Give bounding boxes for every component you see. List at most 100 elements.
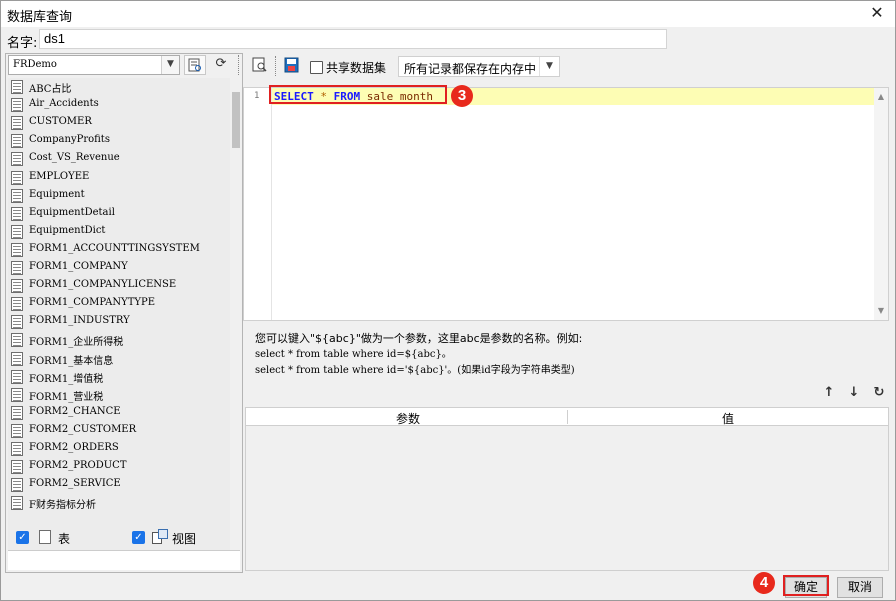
view-filter-label: 视图 xyxy=(172,532,197,546)
parameter-hint: 您可以键入"${abc}"做为一个参数，这里abc是参数的名称。例如: sele… xyxy=(255,331,582,379)
table-list-item-label: FORM1_INDUSTRY xyxy=(29,315,130,327)
table-list-item[interactable]: FORM2_SERVICE xyxy=(8,476,230,494)
table-filter-checkbox[interactable]: ✓ xyxy=(16,531,29,544)
table-list-item-label: FORM1_ACCOUNTTINGSYSTEM xyxy=(29,242,200,254)
table-list-item[interactable]: FORM1_ACCOUNTTINGSYSTEM xyxy=(8,241,230,259)
parameter-tools: ↑ ↓ ↻ xyxy=(821,385,893,401)
table-list-item[interactable]: FORM1_INDUSTRY xyxy=(8,313,230,331)
column-header-value: 值 xyxy=(722,412,735,426)
table-list[interactable]: ABC占比 Air_Accidents CUSTOMER CompanyProfits… xyxy=(8,78,230,566)
table-icon xyxy=(11,405,23,420)
chevron-down-icon[interactable]: ▼ xyxy=(539,57,559,76)
table-list-item[interactable]: CUSTOMER xyxy=(8,114,230,132)
window-title: 数据库查询 xyxy=(7,10,73,25)
table-list-item[interactable]: FORM1_基本信息 xyxy=(8,350,230,368)
table-icon xyxy=(11,116,23,131)
scroll-up-icon[interactable]: ▲ xyxy=(874,90,888,104)
table-list-footer xyxy=(8,550,240,570)
name-label: 名字: xyxy=(7,36,38,51)
table-icon xyxy=(11,188,23,203)
table-icon xyxy=(11,333,23,348)
column-divider xyxy=(567,410,568,424)
hint-line-1: 您可以键入"${abc}"做为一个参数，这里abc是参数的名称。例如: xyxy=(255,332,583,345)
table-icon xyxy=(39,530,51,544)
sql-editor[interactable]: 1 SELECT * FROM sale month ▲ ▼ xyxy=(243,87,889,321)
table-list-item[interactable]: FORM1_营业税 xyxy=(8,386,230,404)
table-list-item[interactable]: FORM1_增值税 xyxy=(8,368,230,386)
table-list-item-label: FORM1_COMPANYLICENSE xyxy=(29,279,177,291)
table-list-item[interactable]: EquipmentDict xyxy=(8,223,230,241)
table-list-item-label: FORM1_COMPANYTYPE xyxy=(29,297,156,309)
sql-highlight-frame xyxy=(269,85,447,104)
table-list-item-label: EquipmentDetail xyxy=(29,206,115,218)
table-list-item-label: EquipmentDict xyxy=(29,224,106,236)
table-list-item[interactable]: Equipment xyxy=(8,187,230,205)
name-input[interactable]: ds1 xyxy=(39,29,667,49)
scroll-down-icon[interactable]: ▼ xyxy=(874,304,888,318)
table-icon xyxy=(11,242,23,257)
toolbar-separator xyxy=(238,55,239,75)
table-browser-pane: FRDemo ▼ ⟳ ABC占比 Air_Accidents CUSTOMER Com… xyxy=(5,53,243,573)
table-icon xyxy=(11,297,23,312)
table-icon xyxy=(11,351,23,366)
table-list-item-label: FORM2_CUSTOMER xyxy=(29,423,137,435)
chevron-down-icon[interactable]: ▼ xyxy=(161,56,179,74)
share-dataset-checkbox[interactable] xyxy=(310,61,323,74)
table-list-item-label: FORM2_SERVICE xyxy=(29,478,121,490)
table-icon xyxy=(11,152,23,167)
refresh-icon[interactable]: ⟳ xyxy=(210,55,232,75)
table-preview-icon[interactable] xyxy=(184,55,206,75)
table-list-item[interactable]: FORM1_COMPANY xyxy=(8,259,230,277)
table-list-item-label: Cost_VS_Revenue xyxy=(29,152,120,164)
table-list-item[interactable]: FORM1_COMPANYTYPE xyxy=(8,295,230,313)
editor-scrollbar[interactable]: ▲ ▼ xyxy=(874,88,888,320)
table-icon xyxy=(11,98,23,113)
table-icon xyxy=(11,369,23,384)
table-list-item-label: FORM1_COMPANY xyxy=(29,261,128,272)
parameter-table[interactable]: 参数 值 xyxy=(245,407,889,571)
save-template-icon[interactable] xyxy=(281,56,303,76)
table-list-item[interactable]: EquipmentDetail xyxy=(8,205,230,223)
preview-icon[interactable] xyxy=(249,56,271,76)
table-icon xyxy=(11,261,23,275)
arrow-down-icon[interactable]: ↓ xyxy=(846,385,862,401)
name-row: 名字: ds1 xyxy=(1,29,895,51)
refresh-icon[interactable]: ↻ xyxy=(871,385,887,401)
table-list-item[interactable]: CompanyProfits xyxy=(8,132,230,150)
line-number-gutter: 1 xyxy=(244,88,272,320)
scrollbar-thumb[interactable] xyxy=(232,92,240,148)
query-toolbar: 共享数据集 所有记录都保存在内存中 ▼ xyxy=(247,55,893,79)
view-filter-checkbox[interactable]: ✓ xyxy=(132,531,145,544)
table-list-item[interactable]: FORM1_企业所得税 xyxy=(8,331,230,349)
table-list-item-label: ABC占比 xyxy=(29,84,72,95)
table-icon xyxy=(11,279,23,294)
table-list-item[interactable]: FORM1_COMPANYLICENSE xyxy=(8,277,230,295)
table-list-item[interactable]: EMPLOYEE xyxy=(8,169,230,187)
table-icon xyxy=(11,170,23,185)
cancel-button[interactable]: 取消 xyxy=(837,577,883,598)
memory-mode-select[interactable]: 所有记录都保存在内存中 ▼ xyxy=(398,56,560,77)
table-list-item-label: FORM1_基本信息 xyxy=(29,355,114,367)
database-select-value: FRDemo xyxy=(13,59,57,70)
table-list-item[interactable]: FORM2_CHANCE xyxy=(8,404,230,422)
table-list-item[interactable]: FORM2_ORDERS xyxy=(8,440,230,458)
database-select[interactable]: FRDemo ▼ xyxy=(8,55,180,75)
title-bar: 数据库查询 ✕ xyxy=(1,1,895,27)
table-list-item-label: CompanyProfits xyxy=(29,134,110,146)
table-list-item[interactable]: Air_Accidents xyxy=(8,96,230,114)
table-icon xyxy=(11,387,23,402)
table-list-item[interactable]: F财务指标分析 xyxy=(8,494,230,512)
table-list-item[interactable]: Cost_VS_Revenue xyxy=(8,150,230,168)
table-list-item[interactable]: FORM2_PRODUCT xyxy=(8,458,230,476)
table-list-item-label: Equipment xyxy=(29,188,85,200)
toolbar-separator xyxy=(275,56,276,76)
arrow-up-icon[interactable]: ↑ xyxy=(821,385,837,401)
table-list-item[interactable]: FORM2_CUSTOMER xyxy=(8,422,230,440)
table-list-item[interactable]: ABC占比 xyxy=(8,78,230,96)
table-list-item-label: FORM1_营业税 xyxy=(29,391,104,403)
line-number: 1 xyxy=(254,91,260,101)
table-list-scrollbar[interactable] xyxy=(230,78,242,566)
table-icon xyxy=(11,442,23,456)
close-icon[interactable]: ✕ xyxy=(859,1,895,27)
table-list-item-label: FORM2_PRODUCT xyxy=(29,460,127,472)
